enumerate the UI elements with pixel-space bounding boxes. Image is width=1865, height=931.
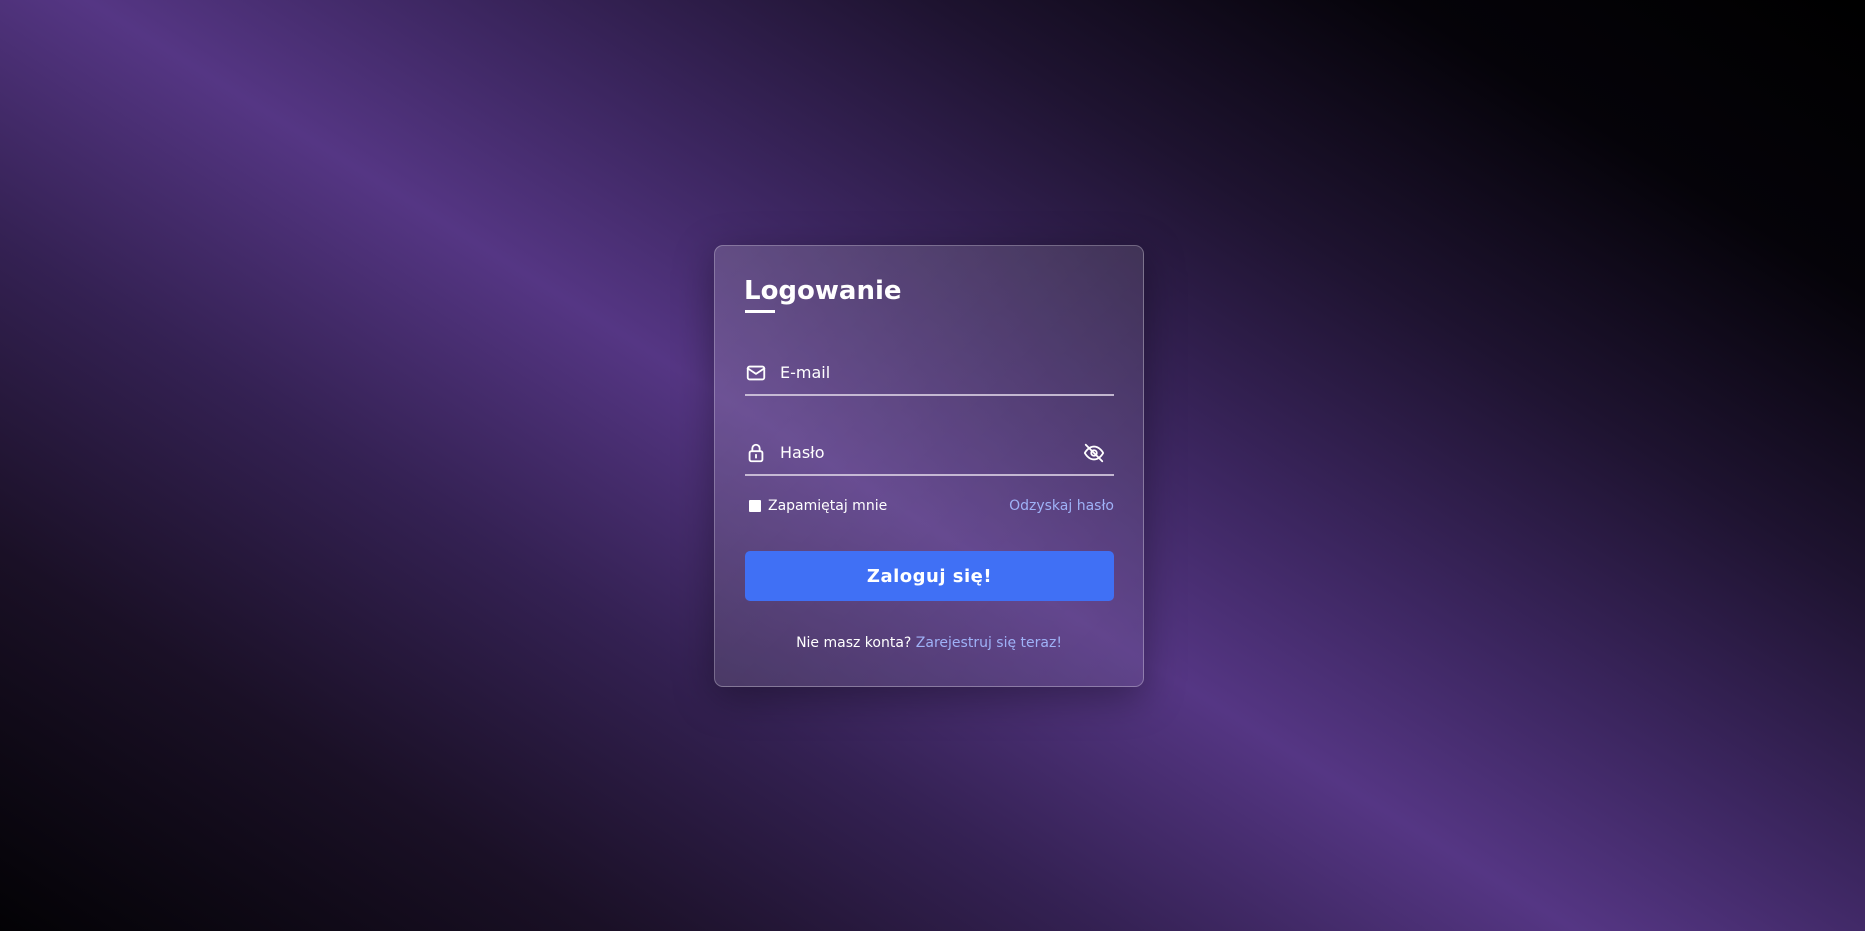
signup-text: Nie masz konta? bbox=[796, 635, 912, 651]
login-title: Logowanie bbox=[744, 276, 902, 306]
login-options: Zapamiętaj mnie Odzyskaj hasło bbox=[745, 495, 1114, 517]
title-underline bbox=[745, 310, 775, 313]
signup-prompt: Nie masz konta? Zarejestruj się teraz! bbox=[715, 632, 1143, 654]
email-input[interactable] bbox=[780, 350, 1070, 394]
lock-icon bbox=[745, 442, 767, 464]
password-field[interactable] bbox=[745, 430, 1114, 476]
signup-link[interactable]: Zarejestruj się teraz! bbox=[916, 635, 1062, 651]
mail-icon bbox=[745, 362, 767, 384]
email-field[interactable] bbox=[745, 350, 1114, 396]
forgot-password-link[interactable]: Odzyskaj hasło bbox=[1009, 495, 1114, 517]
remember-label: Zapamiętaj mnie bbox=[768, 498, 888, 514]
password-input[interactable] bbox=[780, 430, 1070, 474]
remember-checkbox[interactable] bbox=[749, 500, 761, 512]
eye-off-icon[interactable] bbox=[1082, 442, 1106, 464]
remember-me[interactable]: Zapamiętaj mnie bbox=[749, 495, 887, 517]
login-button[interactable]: Zaloguj się! bbox=[745, 551, 1114, 601]
